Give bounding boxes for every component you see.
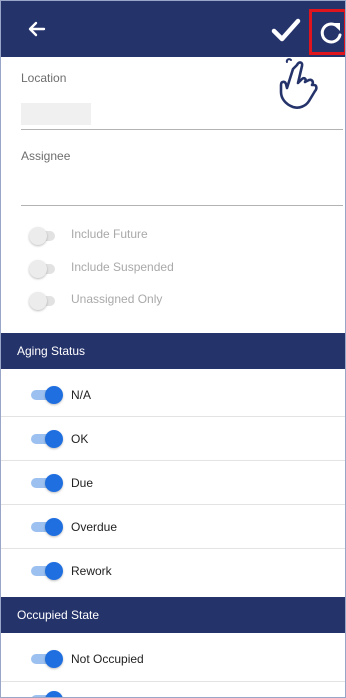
aging-na-row[interactable]: N/A bbox=[1, 373, 345, 417]
unassigned-only-toggle[interactable] bbox=[29, 292, 55, 310]
arrow-left-icon bbox=[28, 21, 46, 37]
occupied-state-title: Occupied State bbox=[17, 608, 100, 622]
assignee-input[interactable] bbox=[21, 177, 343, 203]
aging-due-label: Due bbox=[71, 476, 94, 490]
aging-rework-label: Rework bbox=[71, 564, 112, 578]
app-bar bbox=[1, 1, 345, 57]
not-occupied-label: Not Occupied bbox=[71, 652, 144, 666]
include-suspended-label: Include Suspended bbox=[71, 260, 174, 274]
aging-due-row[interactable]: Due bbox=[1, 461, 345, 505]
include-suspended-row[interactable]: Include Suspended bbox=[1, 256, 345, 280]
assignee-label: Assignee bbox=[21, 149, 71, 163]
not-occupied-row[interactable]: Not Occupied bbox=[1, 637, 345, 681]
include-future-label: Include Future bbox=[71, 227, 148, 241]
unassigned-only-row[interactable]: Unassigned Only bbox=[1, 288, 345, 312]
occupied-state-header: Occupied State bbox=[1, 597, 345, 633]
not-occupied-toggle[interactable] bbox=[31, 650, 63, 668]
unassigned-only-label: Unassigned Only bbox=[71, 292, 163, 306]
aging-rework-toggle[interactable] bbox=[31, 562, 63, 580]
reset-button[interactable] bbox=[309, 9, 345, 55]
include-future-toggle[interactable] bbox=[29, 227, 55, 245]
occupied-next-toggle[interactable] bbox=[31, 691, 63, 697]
location-label: Location bbox=[21, 71, 67, 85]
aging-ok-toggle[interactable] bbox=[31, 430, 63, 448]
aging-overdue-label: Overdue bbox=[71, 520, 118, 534]
aging-due-toggle[interactable] bbox=[31, 474, 63, 492]
aging-overdue-toggle[interactable] bbox=[31, 518, 63, 536]
aging-status-header: Aging Status bbox=[1, 333, 345, 369]
back-button[interactable] bbox=[25, 17, 49, 41]
aging-ok-row[interactable]: OK bbox=[1, 417, 345, 461]
aging-rework-row[interactable]: Rework bbox=[1, 549, 345, 593]
aging-na-toggle[interactable] bbox=[31, 386, 63, 404]
aging-na-label: N/A bbox=[71, 388, 92, 402]
aging-ok-label: OK bbox=[71, 432, 89, 446]
include-suspended-toggle[interactable] bbox=[29, 260, 55, 278]
divider bbox=[1, 681, 345, 682]
checkmark-icon bbox=[271, 18, 301, 42]
location-underline bbox=[21, 129, 343, 130]
aging-status-title: Aging Status bbox=[17, 344, 86, 358]
include-future-row[interactable]: Include Future bbox=[1, 223, 345, 247]
apply-button[interactable] bbox=[271, 17, 301, 43]
location-input[interactable] bbox=[21, 101, 343, 127]
refresh-icon bbox=[320, 22, 342, 44]
aging-overdue-row[interactable]: Overdue bbox=[1, 505, 345, 549]
assignee-underline bbox=[21, 205, 343, 206]
filter-screen: Location Assignee Include Future Include… bbox=[0, 0, 346, 698]
